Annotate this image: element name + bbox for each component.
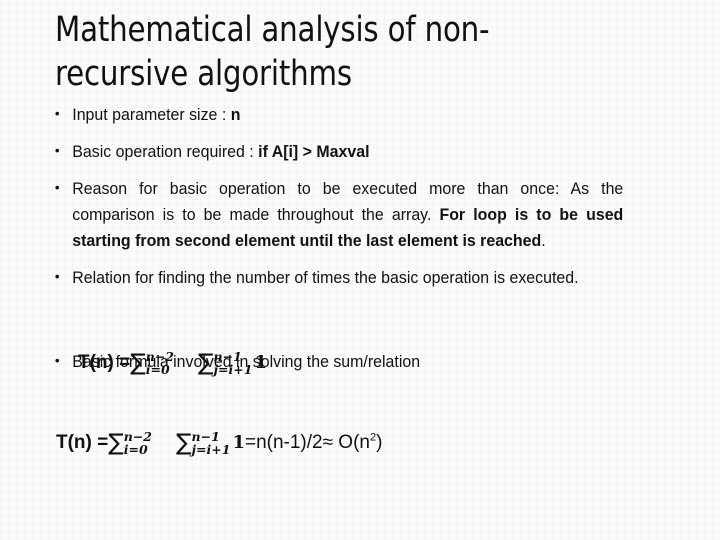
summation-limits: n−1 j=i+1 <box>192 430 231 456</box>
bullet-icon: • <box>54 179 60 196</box>
formula-spacer-1 <box>52 302 644 349</box>
sigma-icon: ∑ <box>108 429 124 456</box>
relation-formula: T(n) =∑ n−2 i=0 ∑ n−1 j=i+1 1 <box>78 350 267 376</box>
summation-limits: n−2 i=0 <box>124 430 152 456</box>
bullet-icon: • <box>54 352 60 369</box>
sigma-icon: ∑ <box>130 349 146 376</box>
body-content: • Input parameter size : n • Basic opera… <box>52 102 644 386</box>
bullet-icon: • <box>54 268 60 285</box>
sigma-icon: ∑ <box>176 429 192 456</box>
bullet-icon: • <box>54 105 60 121</box>
list-item-text: Basic operation required : if A[i] > Max… <box>72 139 623 165</box>
summation-lower: i=0 <box>123 442 148 458</box>
formula-tail-text: =n(n-1)/2≈ O(n <box>244 432 370 454</box>
summand: 1 <box>254 352 267 374</box>
list-item-segment: Basic operation required : <box>72 143 259 162</box>
formula-tail-end: ) <box>376 432 383 454</box>
list-item: • Input parameter size : n <box>52 102 623 128</box>
page-title: Mathematical analysis of non-recursive a… <box>55 10 490 95</box>
bullet-icon: • <box>54 142 60 159</box>
summation-1: ∑ n−2 i=0 <box>108 430 152 456</box>
formula-lead: T(n) = <box>56 432 109 454</box>
summation-2: ∑ n−1 j=i+1 <box>176 430 230 456</box>
summation-limits: n−1 j=i+1 <box>214 350 253 376</box>
summation-lower: j=i+1 <box>213 362 253 378</box>
summation-lower: i=0 <box>145 362 170 378</box>
list-item-segment-bold: n <box>230 106 241 124</box>
sigma-icon: ∑ <box>198 349 214 376</box>
summation-limits: n−2 i=0 <box>146 350 174 376</box>
list-item-segment: . <box>541 232 546 251</box>
slide-canvas: Mathematical analysis of non-recursive a… <box>0 0 720 540</box>
solved-formula: T(n) =∑ n−2 i=0 ∑ n−1 j=i+1 1=n(n-1)/2≈ O(n2) <box>56 430 382 456</box>
list-item: • Reason for basic operation to be execu… <box>52 176 623 254</box>
formula-lead: T(n) = <box>78 352 131 374</box>
list-item: • Basic operation required : if A[i] > M… <box>52 139 623 165</box>
summation-1: ∑ n−2 i=0 <box>130 350 174 376</box>
summation-2: ∑ n−1 j=i+1 <box>198 350 252 376</box>
summand: 1 <box>232 432 245 454</box>
list-item-text: Input parameter size : n <box>72 102 623 128</box>
list-item-text: Reason for basic operation to be execute… <box>72 176 623 254</box>
list-item-segment: Input parameter size : <box>72 106 231 124</box>
summation-lower: j=i+1 <box>191 442 231 458</box>
list-item: • Relation for finding the number of tim… <box>52 265 623 291</box>
list-item-text: Relation for finding the number of times… <box>72 269 579 288</box>
formula-tail: =n(n-1)/2≈ O(n2) <box>245 432 382 453</box>
title-block: Mathematical analysis of non-recursive a… <box>55 8 665 97</box>
list-item-segment-bold: if A[i] > Maxval <box>258 143 370 162</box>
